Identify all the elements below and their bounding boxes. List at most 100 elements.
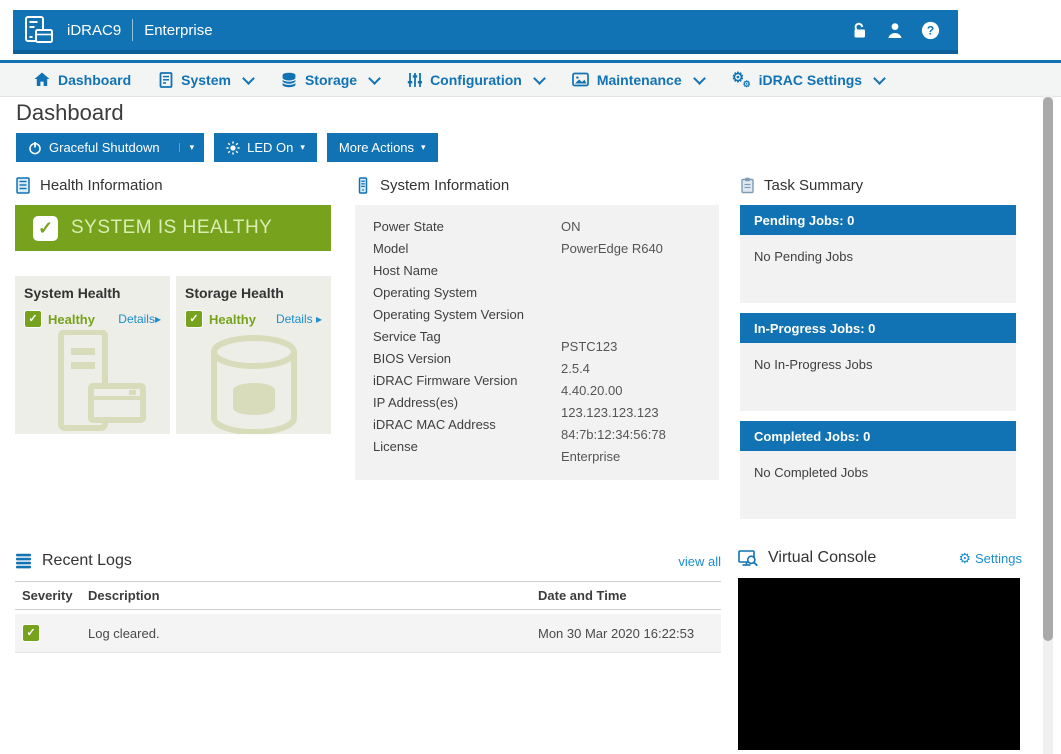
system-information-panel: Power State Model Host Name Operating Sy… — [355, 205, 719, 480]
check-icon: ✓ — [33, 216, 58, 241]
section-title: Health Information — [40, 177, 163, 194]
graceful-shutdown-main[interactable]: Graceful Shutdown — [16, 140, 172, 155]
chevron-down-icon — [533, 72, 546, 85]
info-value: 84:7b:12:34:56:78 — [561, 424, 709, 446]
nav-label: System — [181, 72, 231, 88]
graceful-shutdown-dropdown[interactable]: ▾ — [179, 143, 205, 152]
graceful-shutdown-label: Graceful Shutdown — [49, 140, 160, 155]
health-information-section: Health Information ✓ SYSTEM IS HEALTHY S… — [15, 174, 331, 434]
power-icon — [28, 141, 42, 155]
nav-label: Storage — [305, 72, 357, 88]
health-status: Healthy — [48, 312, 95, 327]
check-icon: ✓ — [22, 624, 40, 642]
nav-label: Dashboard — [58, 72, 131, 88]
info-value: Enterprise — [561, 446, 709, 468]
system-health-details-link[interactable]: Details▸ — [118, 312, 161, 326]
led-on-button[interactable]: LED On ▾ — [214, 133, 317, 162]
virtual-console-preview[interactable] — [738, 578, 1020, 750]
nav-item-maintenance[interactable]: Maintenance — [572, 72, 704, 88]
info-value: PSTC123 — [561, 336, 709, 358]
check-icon: ✓ — [24, 310, 42, 328]
scrollbar-thumb[interactable] — [1043, 97, 1053, 641]
info-label: Model — [373, 238, 561, 260]
info-label: iDRAC MAC Address — [373, 414, 561, 436]
info-label: Power State — [373, 216, 561, 238]
nav-item-system[interactable]: System — [159, 72, 253, 88]
sliders-icon — [407, 72, 422, 88]
title-bar: iDRAC9 Enterprise ? — [13, 10, 958, 54]
product-name: iDRAC9 — [67, 22, 121, 39]
system-health-card: System Health ✓ Healthy Details▸ — [15, 276, 170, 434]
scrollbar-track[interactable] — [1043, 95, 1053, 754]
led-sun-icon — [226, 141, 240, 155]
completed-jobs-body: No Completed Jobs — [740, 451, 1016, 519]
info-label: BIOS Version — [373, 348, 561, 370]
server-icon — [159, 72, 173, 88]
log-datetime: Mon 30 Mar 2020 16:22:53 — [538, 626, 721, 641]
image-icon — [572, 72, 589, 87]
storage-health-details-link[interactable]: Details ▸ — [276, 312, 322, 326]
system-info-icon — [355, 177, 371, 194]
system-information-section: System Information Power State Model Hos… — [355, 174, 719, 480]
nav-item-storage[interactable]: Storage — [281, 72, 379, 88]
info-value: 4.40.20.00 — [561, 380, 709, 402]
info-label: Operating System Version — [373, 304, 561, 326]
column-header-description: Description — [88, 588, 538, 603]
info-value — [561, 304, 709, 326]
more-actions-button[interactable]: More Actions ▾ — [327, 133, 438, 162]
task-summary-icon — [740, 177, 755, 194]
chevron-down-icon — [693, 72, 706, 85]
chevron-down-icon — [873, 72, 886, 85]
pending-jobs-body: No Pending Jobs — [740, 235, 1016, 303]
view-all-link[interactable]: view all — [678, 554, 721, 569]
system-healthy-banner: ✓ SYSTEM IS HEALTHY — [15, 205, 331, 251]
led-on-label: LED On — [247, 140, 293, 155]
section-title: Recent Logs — [42, 552, 132, 570]
info-value — [561, 282, 709, 304]
console-settings-link[interactable]: ⚙ Settings — [958, 551, 1022, 566]
help-icon[interactable]: ? — [921, 21, 940, 40]
info-value — [561, 260, 709, 282]
section-title: Virtual Console — [768, 549, 876, 567]
unlock-icon[interactable] — [850, 21, 869, 40]
license-edition: Enterprise — [144, 22, 212, 39]
logs-table: Severity Description Date and Time ✓ Log… — [15, 581, 721, 653]
inprogress-jobs-header[interactable]: In-Progress Jobs: 0 — [740, 313, 1016, 343]
nav-item-dashboard[interactable]: Dashboard — [34, 72, 131, 88]
pending-jobs-header[interactable]: Pending Jobs: 0 — [740, 205, 1016, 235]
home-icon — [34, 72, 50, 87]
info-label: Service Tag — [373, 326, 561, 348]
idrac-dashboard-screen: iDRAC9 Enterprise ? Dashboard — [0, 0, 1061, 754]
completed-jobs-header[interactable]: Completed Jobs: 0 — [740, 421, 1016, 451]
recent-logs-section: Recent Logs view all Severity Descriptio… — [15, 548, 721, 653]
page-title: Dashboard — [16, 100, 124, 126]
card-title: System Health — [24, 285, 161, 301]
log-row[interactable]: ✓ Log cleared. Mon 30 Mar 2020 16:22:53 — [15, 614, 721, 653]
titlebar-divider — [132, 19, 133, 41]
chevron-down-icon — [242, 72, 255, 85]
info-label: Operating System — [373, 282, 561, 304]
graceful-shutdown-button: Graceful Shutdown ▾ — [16, 133, 204, 162]
more-actions-label: More Actions — [339, 140, 414, 155]
info-label: License — [373, 436, 561, 458]
task-summary-section: Task Summary Pending Jobs: 0 No Pending … — [740, 174, 1016, 529]
nav-item-configuration[interactable]: Configuration — [407, 72, 544, 88]
virtual-console-section: Virtual Console ⚙ Settings — [738, 545, 1022, 571]
storage-health-card: Storage Health ✓ Healthy Details ▸ — [176, 276, 331, 434]
storage-watermark-icon — [194, 332, 314, 434]
nav-label: Configuration — [430, 72, 522, 88]
completed-jobs-group: Completed Jobs: 0 No Completed Jobs — [740, 421, 1016, 519]
pending-jobs-group: Pending Jobs: 0 No Pending Jobs — [740, 205, 1016, 303]
user-icon[interactable] — [886, 21, 904, 40]
section-title: Task Summary — [764, 177, 863, 194]
caret-down-icon: ▾ — [421, 143, 426, 152]
gears-icon: ⚙⚙ — [732, 71, 751, 88]
info-value: ON — [561, 216, 709, 238]
action-button-row: Graceful Shutdown ▾ LED On ▾ More Action… — [16, 133, 438, 162]
nav-item-idrac-settings[interactable]: ⚙⚙ iDRAC Settings — [732, 71, 884, 88]
info-value: 2.5.4 — [561, 358, 709, 380]
nav-label: iDRAC Settings — [759, 72, 862, 88]
svg-text:?: ? — [927, 23, 934, 37]
info-label: iDRAC Firmware Version — [373, 370, 561, 392]
value-offset-spacer — [561, 326, 709, 336]
